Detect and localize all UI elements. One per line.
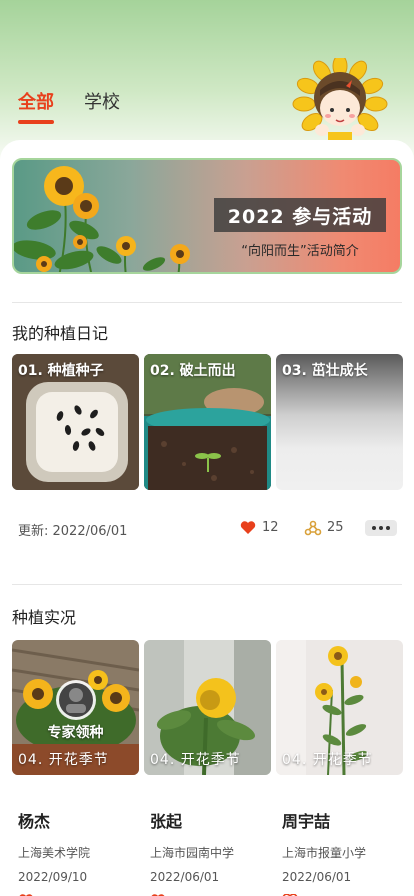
live-card[interactable]: 04. 开花季节 — [144, 640, 271, 775]
participant-info[interactable]: 周宇喆 上海市报童小学 2022/06/01 12 — [276, 808, 403, 896]
live-card[interactable]: 04. 开花季节 — [276, 640, 403, 775]
live-card-season: 04. 开花季节 — [18, 752, 109, 768]
participant-name: 张起 — [150, 812, 183, 831]
participant-date: 2022/09/10 — [18, 870, 88, 884]
divider — [12, 584, 402, 585]
heart-icon[interactable] — [240, 521, 256, 535]
diary-share-count: 25 — [327, 520, 344, 535]
diary-updated-date: 更新: 2022/06/01 — [18, 524, 128, 539]
diary-section-title: 我的种植日记 — [12, 324, 109, 343]
header: 全部 学校 — [0, 0, 414, 150]
expert-badge: 专家领种 — [47, 725, 104, 741]
participant-name: 周宇喆 — [282, 812, 331, 831]
participant-date: 2022/06/01 — [282, 870, 352, 884]
diary-card-growing[interactable]: 03. 茁壮成长 — [276, 354, 403, 490]
banner-subtitle: “向阳而生”活动简介 — [241, 244, 359, 259]
participant-name: 杨杰 — [18, 812, 51, 831]
participant-school: 上海市园南中学 — [150, 846, 235, 860]
diary-card-label: 03. 茁壮成长 — [282, 363, 368, 379]
banner-title: 2022 参与活动 — [214, 198, 386, 232]
live-card[interactable]: 专家领种 04. 开花季节 — [12, 640, 139, 775]
participant-date: 2022/06/01 — [150, 870, 220, 884]
participant-school: 上海美术学院 — [18, 846, 91, 860]
diary-card-sprouting[interactable]: 02. 破土而出 — [144, 354, 271, 490]
activity-banner[interactable]: 2022 参与活动 “向阳而生”活动简介 — [12, 158, 402, 274]
share-nodes-icon[interactable] — [304, 520, 322, 536]
diary-card-label: 01. 种植种子 — [18, 363, 104, 379]
tab-bar: 全部 学校 — [18, 88, 120, 124]
participant-info[interactable]: 张起 上海市园南中学 2022/06/01 12 — [144, 808, 271, 896]
tab-school[interactable]: 学校 — [84, 88, 120, 122]
divider — [12, 302, 402, 303]
participant-info[interactable]: 杨杰 上海美术学院 2022/09/10 524 — [12, 808, 139, 896]
tab-all[interactable]: 全部 — [18, 88, 54, 124]
live-section-title: 种植实况 — [12, 608, 77, 627]
sunflower-mascot-avatar[interactable] — [292, 58, 388, 142]
live-card-season: 04. 开花季节 — [282, 752, 373, 768]
participant-school: 上海市报童小学 — [282, 846, 367, 860]
diary-card-label: 02. 破土而出 — [150, 363, 236, 379]
diary-like-count: 12 — [262, 520, 279, 535]
more-dots-icon[interactable] — [365, 520, 397, 536]
live-card-season: 04. 开花季节 — [150, 752, 241, 768]
diary-card-planting-seeds[interactable]: 01. 种植种子 — [12, 354, 139, 490]
